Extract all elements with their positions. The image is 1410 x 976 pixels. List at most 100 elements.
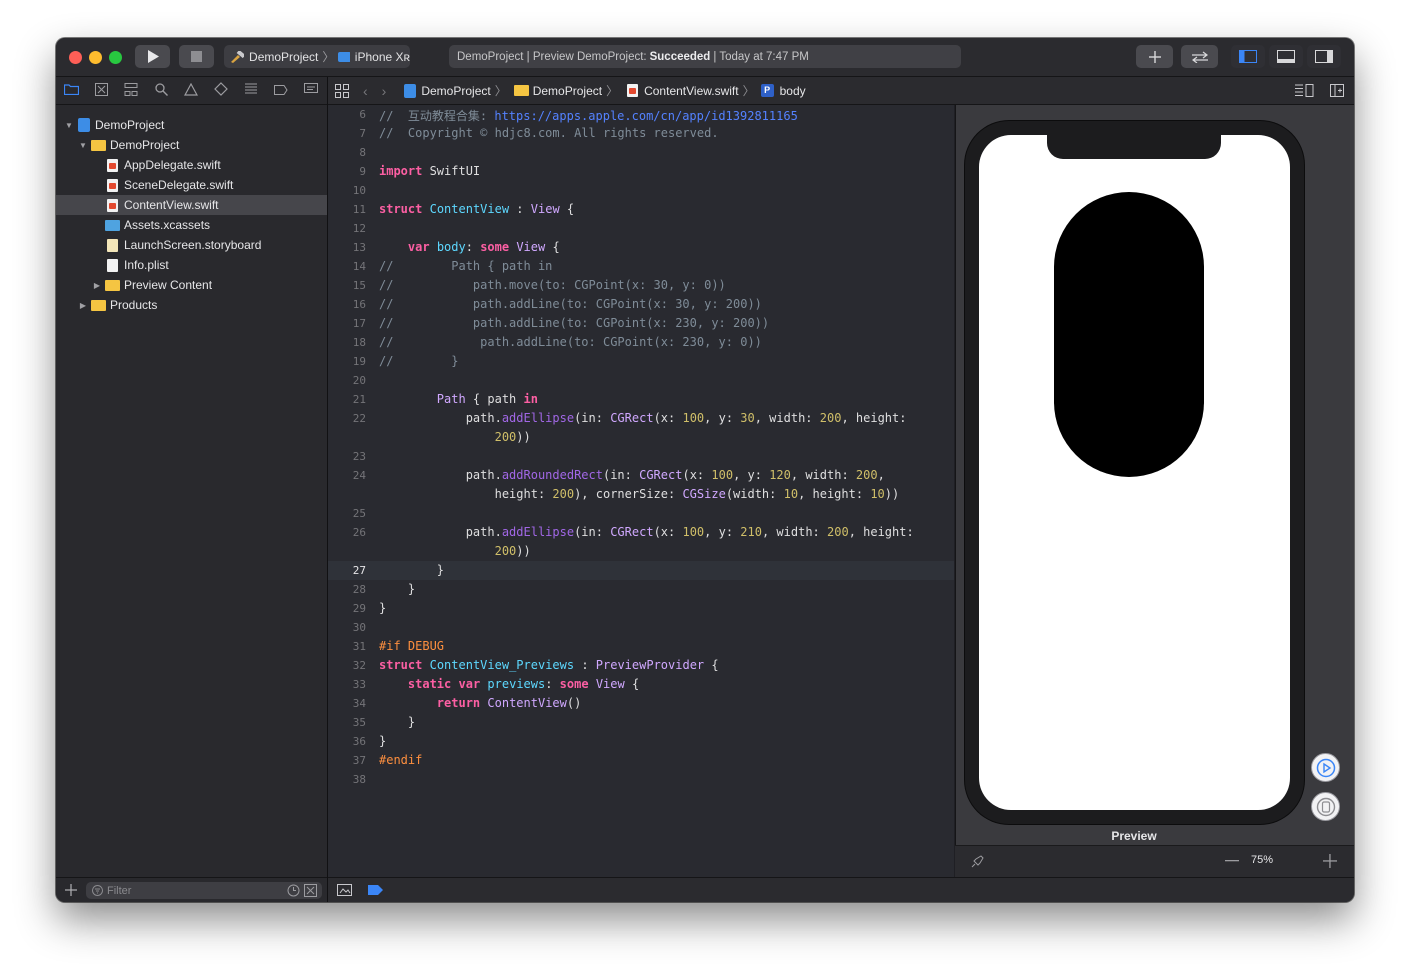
code-line[interactable]: 27 }: [328, 561, 954, 580]
project-navigator-tab[interactable]: [56, 83, 86, 98]
clock-icon[interactable]: [287, 884, 300, 897]
property-p-icon: P: [760, 84, 774, 97]
code-line[interactable]: 30: [328, 618, 954, 637]
navigator-item[interactable]: ▶ Preview Content: [56, 275, 327, 295]
test-navigator-tab[interactable]: [206, 82, 236, 99]
code-line[interactable]: 23: [328, 447, 954, 466]
scm-filter-icon[interactable]: [304, 884, 317, 897]
disclosure-open-icon[interactable]: ▼: [78, 141, 88, 150]
code-line[interactable]: 29}: [328, 599, 954, 618]
code-line[interactable]: 17 // path.addLine(to: CGPoint(x: 230, y:…: [328, 314, 954, 333]
code-line[interactable]: 24 path.addRoundedRect(in: CGRect(x: 100…: [328, 466, 954, 485]
code-line[interactable]: 13 var body: some View {: [328, 238, 954, 257]
navigator-item[interactable]: ▶ Products: [56, 295, 327, 315]
code-text: // Path { path in: [379, 259, 552, 273]
breadcrumb-file[interactable]: ContentView.swift: [644, 84, 739, 98]
navigator-item[interactable]: AppDelegate.swift: [56, 155, 327, 175]
zoom-in-icon[interactable]: [1323, 854, 1337, 868]
code-line[interactable]: 35 }: [328, 713, 954, 732]
pin-icon[interactable]: [971, 854, 985, 868]
library-button[interactable]: [1136, 45, 1173, 68]
disclosure-closed-icon[interactable]: ▶: [92, 281, 102, 290]
code-line[interactable]: 15 // path.move(to: CGPoint(x: 30, y: 0)): [328, 276, 954, 295]
code-line[interactable]: 38: [328, 770, 954, 789]
navigator-item[interactable]: Info.plist: [56, 255, 327, 275]
code-line[interactable]: 22 path.addEllipse(in: CGRect(x: 100, y:…: [328, 409, 954, 428]
code-line[interactable]: 12: [328, 219, 954, 238]
navigator-item[interactable]: ▼ DemoProject: [56, 115, 327, 135]
live-preview-button[interactable]: [1311, 753, 1340, 782]
toggle-inspector-button[interactable]: [1307, 45, 1341, 68]
code-line[interactable]: 200)): [328, 542, 954, 561]
navigator-item[interactable]: Assets.xcassets: [56, 215, 327, 235]
code-line[interactable]: 34 return ContentView(): [328, 694, 954, 713]
zoom-out-icon[interactable]: [1225, 860, 1239, 862]
scheme-selector[interactable]: DemoProject 〉 iPhone Xʀ: [224, 45, 410, 68]
code-line[interactable]: height: 200), cornerSize: CGSize(width: …: [328, 485, 954, 504]
minimap-image-icon[interactable]: [337, 884, 352, 896]
toggle-navigator-button[interactable]: [1231, 45, 1265, 68]
editor-options-icon[interactable]: [1295, 84, 1314, 97]
code-line[interactable]: 18 // path.addLine(to: CGPoint(x: 230, y:…: [328, 333, 954, 352]
code-line[interactable]: 28 }: [328, 580, 954, 599]
hierarchy-icon: [124, 82, 138, 96]
code-line[interactable]: 10: [328, 181, 954, 200]
line-number: 28: [352, 583, 366, 596]
code-line[interactable]: 9 import SwiftUI: [328, 162, 954, 181]
navigator-item[interactable]: SceneDelegate.swift: [56, 175, 327, 195]
source-editor[interactable]: 6 // 互动教程合集: https://apps.apple.com/cn/ap…: [328, 105, 954, 877]
issue-navigator-tab[interactable]: [176, 82, 206, 99]
find-navigator-tab[interactable]: [146, 82, 176, 99]
filter-input[interactable]: Filter: [86, 882, 322, 899]
navigator-item[interactable]: LaunchScreen.storyboard: [56, 235, 327, 255]
code-line[interactable]: 21 Path { path in: [328, 390, 954, 409]
code-line[interactable]: 200)): [328, 428, 954, 447]
code-review-button[interactable]: [1181, 45, 1218, 68]
breadcrumb-group[interactable]: DemoProject: [533, 84, 602, 98]
code-line[interactable]: 36}: [328, 732, 954, 751]
stop-button[interactable]: [179, 45, 214, 68]
code-token: // }: [379, 354, 459, 368]
disclosure-open-icon[interactable]: ▼: [64, 121, 74, 130]
code-line[interactable]: 19 // }: [328, 352, 954, 371]
related-items-grid-icon[interactable]: [335, 83, 349, 98]
zoom-level[interactable]: 75%: [1251, 854, 1273, 866]
breadcrumb-symbol[interactable]: body: [780, 84, 806, 98]
debug-navigator-tab[interactable]: [236, 83, 266, 98]
navigator-item[interactable]: ▼ DemoProject: [56, 135, 327, 155]
code-line[interactable]: 7 // Copyright © hdjc8.com. All rights re…: [328, 124, 954, 143]
code-line[interactable]: 6 // 互动教程合集: https://apps.apple.com/cn/ap…: [328, 105, 954, 124]
code-line[interactable]: 25: [328, 504, 954, 523]
symbol-navigator-tab[interactable]: [116, 82, 146, 99]
report-navigator-tab[interactable]: [296, 83, 326, 98]
run-button[interactable]: [135, 45, 170, 68]
code-line[interactable]: 20: [328, 371, 954, 390]
preview-on-device-button[interactable]: [1311, 792, 1340, 821]
zoom-window-button[interactable]: [109, 51, 122, 64]
project-navigator: ▼ DemoProject ▼ DemoProject AppDelegate.swif…: [56, 105, 327, 877]
breakpoint-navigator-tab[interactable]: [266, 83, 296, 98]
add-plus-icon[interactable]: [65, 884, 77, 896]
code-line[interactable]: 14 // Path { path in: [328, 257, 954, 276]
code-line[interactable]: 16 // path.addLine(to: CGPoint(x: 30, y: …: [328, 295, 954, 314]
code-line[interactable]: 37 #endif: [328, 751, 954, 770]
add-editor-icon[interactable]: [1330, 84, 1344, 97]
code-line[interactable]: 11 struct ContentView : View {: [328, 200, 954, 219]
code-line[interactable]: 33 static var previews: some View {: [328, 675, 954, 694]
source-control-navigator-tab[interactable]: [86, 82, 116, 99]
breakpoints-toggle-icon[interactable]: [368, 885, 383, 895]
back-chevron-icon[interactable]: ‹: [363, 83, 368, 99]
disclosure-closed-icon[interactable]: ▶: [78, 301, 88, 310]
code-line[interactable]: 32 struct ContentView_Previews : PreviewP…: [328, 656, 954, 675]
toggle-debug-area-button[interactable]: [1269, 45, 1303, 68]
code-line[interactable]: 31 #if DEBUG: [328, 637, 954, 656]
line-number: 26: [352, 526, 366, 539]
code-line[interactable]: 8: [328, 143, 954, 162]
code-line[interactable]: 26 path.addEllipse(in: CGRect(x: 100, y:…: [328, 523, 954, 542]
breadcrumb-project[interactable]: DemoProject: [421, 84, 490, 98]
minimize-window-button[interactable]: [89, 51, 102, 64]
navigator-item[interactable]: ContentView.swift: [56, 195, 327, 215]
forward-chevron-icon[interactable]: ›: [382, 83, 387, 99]
close-window-button[interactable]: [69, 51, 82, 64]
